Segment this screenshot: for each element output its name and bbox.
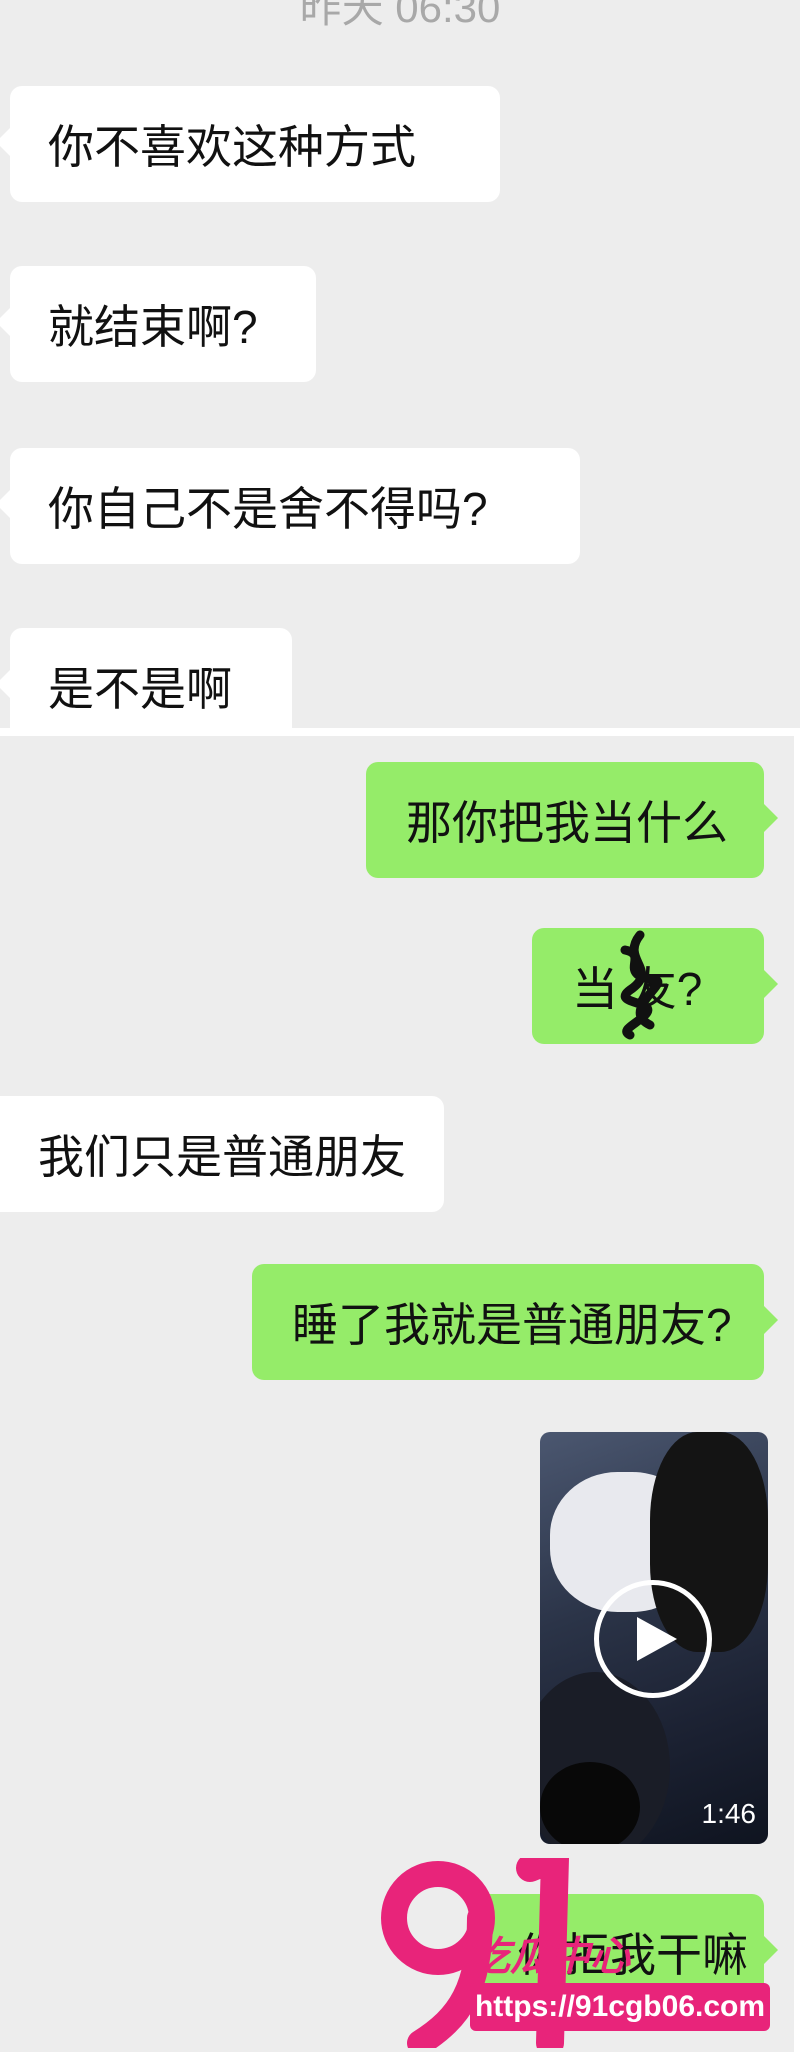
message-bubble-incoming[interactable]: 我们只是普通朋友: [0, 1096, 444, 1212]
chat-panel-top: 昨天 06:30 你不喜欢这种方式 就结束啊? 你自己不是舍不得吗? 是不是啊: [0, 0, 800, 728]
message-bubble-incoming[interactable]: 是不是啊: [0, 628, 292, 728]
message-text: 那你把我当什么: [406, 797, 728, 849]
message-text: 你不喜欢这种方式: [48, 121, 416, 173]
message-bubble-incoming[interactable]: 你自己不是舍不得吗?: [0, 448, 580, 564]
message-text: 我们只是普通朋友: [38, 1131, 406, 1183]
video-message[interactable]: 1:46: [540, 1432, 768, 1844]
scribble-censor-mark: [620, 930, 663, 1040]
message-bubble-outgoing[interactable]: 睡了我就是普通朋友?: [252, 1264, 778, 1380]
message-timestamp: 昨天 06:30: [299, 0, 501, 31]
message-text: 你自己不是舍不得吗?: [48, 483, 488, 535]
message-bubble-outgoing[interactable]: 那你把我当什么: [366, 762, 778, 878]
play-button[interactable]: [594, 1580, 712, 1698]
play-icon: [637, 1617, 677, 1661]
message-text: 就结束啊?: [48, 301, 258, 353]
watermark-text: 吃瓜中心: [470, 1935, 630, 1979]
message-text: 是不是啊: [48, 663, 232, 715]
video-duration: 1:46: [701, 1798, 757, 1829]
watermark-url: https://91cgb06.com: [470, 1983, 770, 2031]
message-bubble-incoming[interactable]: 你不喜欢这种方式: [0, 86, 500, 202]
message-bubble-incoming[interactable]: 就结束啊?: [0, 266, 316, 382]
message-text: 睡了我就是普通朋友?: [292, 1299, 732, 1351]
